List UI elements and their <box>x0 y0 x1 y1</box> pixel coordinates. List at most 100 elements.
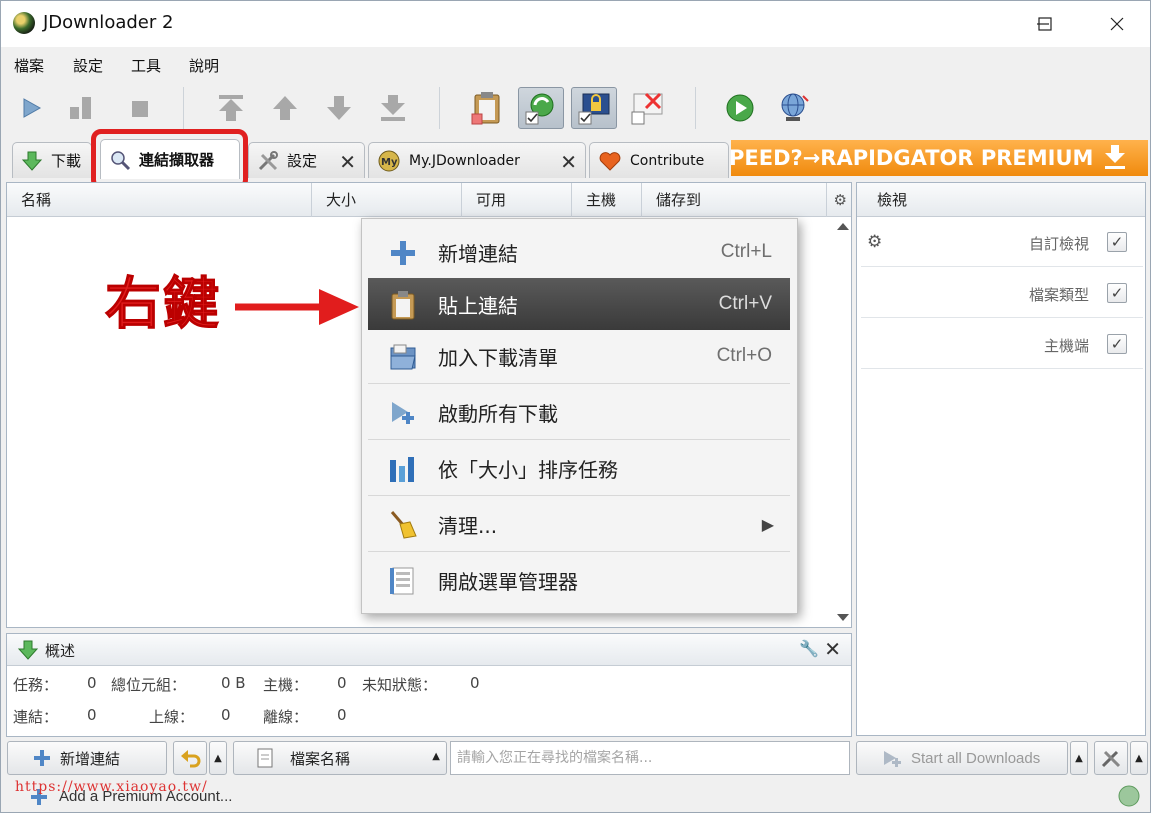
search-field-selector[interactable]: 檔案名稱 ▲ <box>233 741 447 775</box>
download-arrow-icon <box>1105 145 1126 169</box>
clipboard-icon <box>471 92 500 125</box>
move-top-button[interactable] <box>211 87 251 129</box>
context-menu-item-menu-manager[interactable]: 開啟選單管理器 <box>368 554 790 606</box>
download-arrow-icon <box>21 151 43 171</box>
menu-settings[interactable]: 設定 <box>73 55 103 76</box>
scroll-up-icon[interactable] <box>837 223 849 230</box>
context-menu-label: 加入下載清單 <box>438 345 558 370</box>
stop-button[interactable] <box>119 87 159 129</box>
update-icon <box>726 94 754 122</box>
chevron-up-icon: ▲ <box>432 751 440 762</box>
column-header-name[interactable]: 名稱 <box>7 183 312 217</box>
column-settings-gear-icon[interactable]: ⚙ <box>834 191 847 209</box>
tab-downloads[interactable]: 下載 <box>12 142 92 178</box>
view-sidebar: 檢視 ⚙ 自訂檢視 ✓ 檔案類型 ✓ 主機端 ✓ <box>856 182 1146 736</box>
play-icon <box>23 98 42 118</box>
context-menu-shortcut: Ctrl+O <box>716 345 772 366</box>
context-menu-item-cleanup[interactable]: 清理... ▶ <box>368 498 790 550</box>
clipboard-observer-button[interactable] <box>467 87 507 129</box>
context-menu-item-load-dlc[interactable]: 加入下載清單 Ctrl+O <box>368 330 790 382</box>
context-menu-shortcut: Ctrl+V <box>718 293 772 314</box>
reconnect-button[interactable] <box>773 87 813 129</box>
move-up-button[interactable] <box>265 87 305 129</box>
close-panel-icon[interactable]: ✕ <box>824 637 841 661</box>
title-bar: JDownloader 2 <box>1 1 1150 47</box>
broom-icon <box>390 511 417 539</box>
view-option-checkbox[interactable]: ✓ <box>1107 334 1127 354</box>
move-bottom-button[interactable] <box>373 87 413 129</box>
undo-dropdown-button[interactable]: ▲ <box>209 741 227 775</box>
tab-label: 下載 <box>51 152 82 170</box>
speed-limit-icon <box>631 92 663 125</box>
context-menu-item-add-links[interactable]: 新增連結 Ctrl+L <box>368 226 790 278</box>
tab-contribute[interactable]: Contribute <box>589 142 729 178</box>
view-option-filetype[interactable]: 檔案類型 ✓ <box>861 270 1143 318</box>
move-down-button[interactable] <box>319 87 359 129</box>
column-header-size[interactable]: 大小 <box>312 183 462 217</box>
start-button[interactable] <box>11 87 51 129</box>
column-header-availability[interactable]: 可用 <box>462 183 572 217</box>
view-option-checkbox[interactable]: ✓ <box>1107 232 1127 252</box>
add-links-label: 新增連結 <box>60 749 121 768</box>
stat-label: 離線： <box>263 708 309 726</box>
tab-label: Contribute <box>630 152 705 169</box>
search-input[interactable] <box>450 741 850 775</box>
start-all-downloads-button[interactable]: Start all Downloads <box>856 741 1068 775</box>
plus-icon <box>34 750 50 766</box>
close-tab-icon[interactable]: ✕ <box>560 150 577 174</box>
view-option-host[interactable]: 主機端 ✓ <box>861 321 1143 369</box>
annotation-arrow-icon <box>235 289 359 325</box>
maximize-button-inner[interactable] <box>1022 1 1068 47</box>
view-option-custom[interactable]: 自訂檢視 ✓ <box>861 219 1143 267</box>
start-downloads-icon <box>884 751 901 767</box>
pause-button[interactable] <box>61 87 101 129</box>
vertical-scrollbar[interactable] <box>833 217 851 627</box>
stat-label: 未知狀態： <box>362 676 438 694</box>
context-menu-separator <box>368 495 790 496</box>
column-header-host[interactable]: 主機 <box>572 183 642 217</box>
submenu-arrow-icon: ▶ <box>761 514 774 534</box>
stat-label: 上線： <box>149 708 195 726</box>
menu-file[interactable]: 檔案 <box>14 55 44 76</box>
close-button[interactable] <box>1094 1 1140 47</box>
jdownloader-logo-icon <box>13 12 35 34</box>
tab-label: 設定 <box>287 152 318 170</box>
document-icon <box>257 748 273 768</box>
menu-help[interactable]: 說明 <box>189 55 219 76</box>
stat-label: 任務： <box>13 676 59 694</box>
premium-ad-banner[interactable]: PEED?→RAPIDGATOR PREMIUM <box>731 140 1148 176</box>
tab-label: My.JDownloader <box>409 152 520 169</box>
view-option-checkbox[interactable]: ✓ <box>1107 283 1127 303</box>
scroll-down-icon[interactable] <box>837 614 849 621</box>
context-menu-item-sort[interactable]: 依「大小」排序任務 <box>368 442 790 494</box>
start-all-label: Start all Downloads <box>911 749 1041 767</box>
speed-limit-button[interactable] <box>627 87 667 129</box>
undo-button[interactable] <box>173 741 207 775</box>
stat-value: 0 <box>87 706 97 724</box>
open-folder-icon <box>390 344 416 370</box>
globe-icon <box>781 93 809 121</box>
start-dropdown-button[interactable]: ▲ <box>1070 741 1088 775</box>
tab-myjdownloader[interactable]: My My.JDownloader ✕ <box>368 142 586 178</box>
toolbar-separator <box>695 87 696 129</box>
wrench-icon[interactable]: 🔧 <box>799 639 819 658</box>
column-header-save-to[interactable]: 儲存到 <box>642 183 827 217</box>
add-links-button[interactable]: 新增連結 <box>7 741 167 775</box>
ad-banner-text: PEED?→RAPIDGATOR PREMIUM <box>731 146 1094 170</box>
context-menu-item-paste-links[interactable]: 貼上連結 Ctrl+V <box>368 278 790 330</box>
heart-icon <box>599 151 621 171</box>
auto-reconnect-toggle[interactable] <box>518 87 564 129</box>
context-menu-item-start-all[interactable]: 啟動所有下載 <box>368 386 790 438</box>
close-tab-icon[interactable]: ✕ <box>339 150 356 174</box>
overview-header: 概述 🔧 ✕ <box>7 634 851 666</box>
menu-manager-icon <box>390 567 414 595</box>
tab-settings[interactable]: 設定 ✕ <box>248 142 365 178</box>
silent-mode-toggle[interactable] <box>571 87 617 129</box>
settings-button[interactable] <box>1094 741 1128 775</box>
undo-arrow-icon <box>181 750 201 768</box>
menu-tools[interactable]: 工具 <box>131 55 161 76</box>
update-button[interactable] <box>719 87 759 129</box>
stat-value: 0 <box>337 674 347 692</box>
reconnect-status-icon <box>1118 785 1140 807</box>
settings-dropdown-button[interactable]: ▲ <box>1130 741 1148 775</box>
